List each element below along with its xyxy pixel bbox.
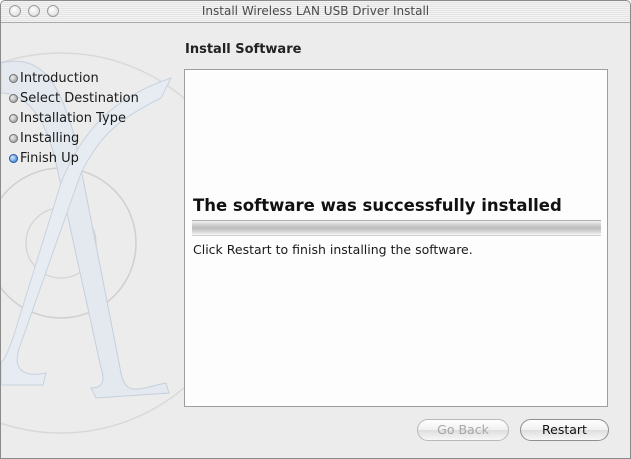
installer-window: Install Wireless LAN USB Driver Install … (0, 0, 631, 459)
section-title: Install Software (185, 42, 302, 57)
step-bullet-active-icon (9, 153, 18, 163)
step-installing: Installing (9, 128, 139, 148)
title-bar: Install Wireless LAN USB Driver Install (1, 1, 630, 23)
window-title: Install Wireless LAN USB Driver Install (201, 4, 430, 18)
step-label: Finish Up (20, 150, 79, 166)
install-status-panel: The software was successfully installed … (184, 69, 608, 407)
step-introduction: Introduction (9, 68, 139, 88)
step-finish-up: Finish Up (9, 148, 139, 168)
install-message: Click Restart to finish installing the s… (193, 242, 473, 257)
step-label: Installation Type (20, 110, 126, 126)
restart-button[interactable]: Restart (520, 419, 609, 441)
step-label: Select Destination (20, 90, 139, 106)
installer-steps-sidebar: Introduction Select Destination Installa… (9, 68, 139, 168)
step-installation-type: Installation Type (9, 108, 139, 128)
install-success-headline: The software was successfully installed (193, 196, 562, 215)
step-bullet-icon (9, 73, 18, 83)
step-bullet-icon (9, 113, 18, 123)
installer-content: Install Software Introduction Select Des… (1, 23, 630, 458)
go-back-button[interactable]: Go Back (417, 419, 509, 441)
step-label: Introduction (20, 70, 99, 86)
install-progress-bar (192, 220, 601, 236)
step-bullet-icon (9, 133, 18, 143)
step-label: Installing (20, 130, 80, 146)
step-select-destination: Select Destination (9, 88, 139, 108)
step-bullet-icon (9, 93, 18, 103)
